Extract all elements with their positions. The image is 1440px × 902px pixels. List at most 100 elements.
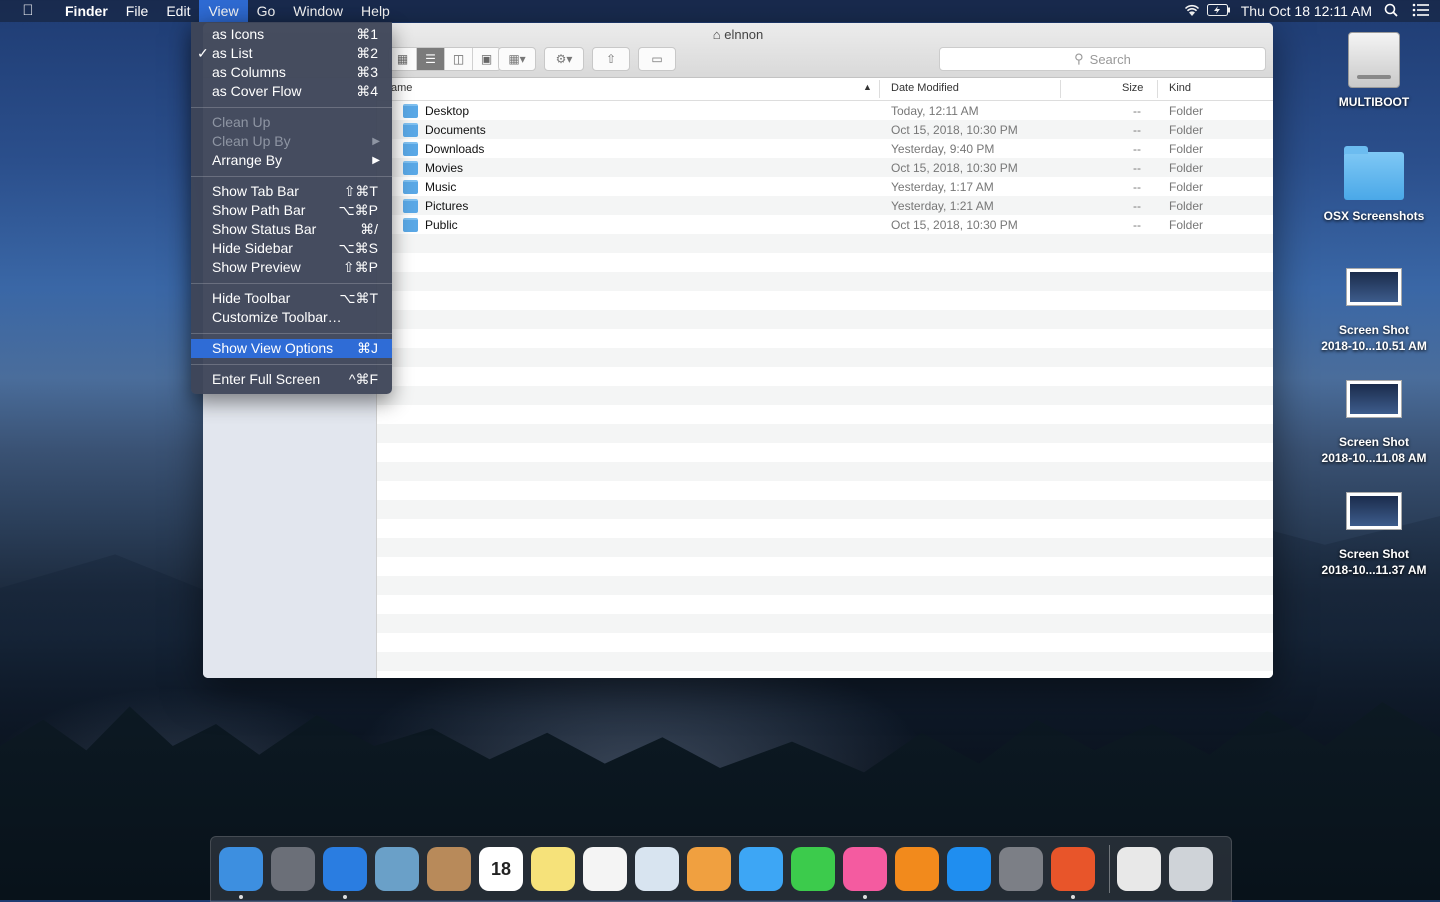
column-size[interactable]: Size	[1122, 82, 1143, 94]
table-row[interactable]: Music Yesterday, 1:17 AM -- Folder	[377, 177, 1273, 196]
menu-item-shortcut: ⌥⌘S	[338, 240, 378, 256]
icon-view-icon[interactable]: ▦	[389, 48, 417, 70]
menu-item-shortcut: ⌘1	[356, 26, 378, 42]
file-size: --	[1133, 161, 1141, 175]
table-row[interactable]: Desktop Today, 12:11 AM -- Folder	[377, 101, 1273, 120]
menu-help[interactable]: Help	[352, 0, 399, 22]
menu-item-show-preview[interactable]: Show Preview ⇧⌘P	[191, 258, 392, 277]
menu-item-as-icons[interactable]: as Icons ⌘1	[191, 25, 392, 44]
column-divider	[879, 80, 880, 98]
desktop-icon-screenshot-1[interactable]: Screen Shot 2018-10...10.51 AM	[1314, 268, 1434, 354]
menu-item-show-tab-bar[interactable]: Show Tab Bar ⇧⌘T	[191, 182, 392, 201]
tags-button[interactable]: ▭	[638, 47, 676, 71]
menu-go[interactable]: Go	[248, 0, 285, 22]
column-divider	[1060, 80, 1061, 98]
desktop-icon-screenshot-2[interactable]: Screen Shot 2018-10...11.08 AM	[1314, 380, 1434, 466]
clock[interactable]: Thu Oct 18 12:11 AM	[1241, 3, 1372, 19]
view-mode-segment[interactable]: ▦ ☰ ◫ ▣	[388, 47, 501, 71]
file-size: --	[1133, 218, 1141, 232]
spotlight-icon[interactable]	[1384, 3, 1398, 20]
folder-icon	[403, 180, 418, 194]
contacts-icon[interactable]	[427, 847, 471, 891]
menu-item-show-status-bar[interactable]: Show Status Bar ⌘/	[191, 220, 392, 239]
menu-file[interactable]: File	[117, 0, 158, 22]
column-date-modified[interactable]: Date Modified	[891, 82, 959, 94]
cover-flow-icon[interactable]: ▣	[473, 48, 500, 70]
finder-icon[interactable]	[219, 847, 263, 891]
column-divider	[1157, 80, 1158, 98]
file-kind: Folder	[1169, 199, 1204, 213]
messages-icon[interactable]	[739, 847, 783, 891]
menu-item-shortcut: ⇧⌘P	[342, 259, 378, 275]
action-button[interactable]: ⚙▾	[544, 47, 584, 71]
menu-window[interactable]: Window	[284, 0, 352, 22]
share-button[interactable]: ⇧	[592, 47, 630, 71]
column-name[interactable]: ame	[391, 82, 412, 94]
table-row[interactable]: Movies Oct 15, 2018, 10:30 PM -- Folder	[377, 158, 1273, 177]
sort-ascending-icon[interactable]: ▲	[863, 82, 872, 92]
menu-item-hide-sidebar[interactable]: Hide Sidebar ⌥⌘S	[191, 239, 392, 258]
search-icon: ⚲	[1074, 51, 1084, 66]
photos-icon[interactable]	[687, 847, 731, 891]
home-icon: ⌂	[712, 27, 721, 42]
desktop-icon-osx-screenshots[interactable]: OSX Screenshots	[1314, 146, 1434, 224]
column-kind[interactable]: Kind	[1169, 82, 1191, 94]
desktop-icon-label: MULTIBOOT	[1338, 95, 1410, 109]
ibooks-icon[interactable]	[895, 847, 939, 891]
menu-item-customize-toolbar[interactable]: Customize Toolbar…	[191, 308, 392, 327]
menu-item-label: as Cover Flow	[212, 83, 302, 99]
folder-icon	[403, 161, 418, 175]
external-disk-icon	[1348, 32, 1400, 88]
submenu-arrow-icon: ▶	[372, 155, 380, 166]
firefox-icon[interactable]	[1051, 847, 1095, 891]
menu-item-hide-toolbar[interactable]: Hide Toolbar ⌥⌘T	[191, 289, 392, 308]
table-row[interactable]: Downloads Yesterday, 9:40 PM -- Folder	[377, 139, 1273, 158]
system-preferences-icon[interactable]	[999, 847, 1043, 891]
facetime-icon[interactable]	[791, 847, 835, 891]
apple-icon[interactable]: 	[0, 0, 56, 22]
app-store-icon[interactable]	[947, 847, 991, 891]
menu-item-arrange-by[interactable]: Arrange By ▶	[191, 151, 392, 170]
safari-icon[interactable]	[323, 847, 367, 891]
table-row[interactable]: Documents Oct 15, 2018, 10:30 PM -- Folder	[377, 120, 1273, 139]
search-field[interactable]: ⚲ Search	[939, 47, 1266, 71]
gear-icon: ⚙▾	[555, 52, 573, 66]
menu-item-as-columns[interactable]: as Columns ⌘3	[191, 63, 392, 82]
file-list[interactable]: ame ▲ Date Modified Size Kind Desktop Tod…	[377, 78, 1273, 678]
desktop-icon-multiboot[interactable]: MULTIBOOT	[1314, 32, 1434, 110]
menu-app-name[interactable]: Finder	[56, 0, 117, 22]
menu-view[interactable]: View	[199, 0, 248, 22]
launchpad-icon[interactable]	[271, 847, 315, 891]
menu-item-show-path-bar[interactable]: Show Path Bar ⌥⌘P	[191, 201, 392, 220]
column-view-icon[interactable]: ◫	[445, 48, 473, 70]
reminders-icon[interactable]	[583, 847, 627, 891]
calendar-icon[interactable]: 18	[479, 847, 523, 891]
desktop-icon-screenshot-3[interactable]: Screen Shot 2018-10...11.37 AM	[1314, 492, 1434, 578]
running-indicator	[343, 895, 347, 899]
menu-separator	[191, 107, 392, 108]
menu-item-clean-up-by: Clean Up By ▶	[191, 132, 392, 151]
mail-icon[interactable]	[375, 847, 419, 891]
file-date: Yesterday, 1:17 AM	[891, 180, 994, 194]
trash-icon[interactable]	[1169, 847, 1213, 891]
preview-icon[interactable]	[635, 847, 679, 891]
table-row[interactable]: Public Oct 15, 2018, 10:30 PM -- Folder	[377, 215, 1273, 234]
list-view-icon[interactable]: ☰	[417, 48, 445, 70]
battery-icon[interactable]	[1206, 3, 1231, 19]
wifi-icon[interactable]	[1183, 3, 1201, 20]
file-name: Pictures	[425, 199, 469, 213]
file-name: Public	[425, 218, 458, 232]
table-row[interactable]: Pictures Yesterday, 1:21 AM -- Folder	[377, 196, 1273, 215]
menu-item-as-list[interactable]: ✓ as List ⌘2	[191, 44, 392, 63]
running-indicator	[1071, 895, 1075, 899]
menu-item-enter-full-screen[interactable]: Enter Full Screen ^⌘F	[191, 370, 392, 389]
desktop-icon-label: OSX Screenshots	[1323, 209, 1425, 223]
menu-item-show-view-options[interactable]: Show View Options ⌘J	[191, 339, 392, 358]
documents-stack-icon[interactable]	[1117, 847, 1161, 891]
notes-icon[interactable]	[531, 847, 575, 891]
group-button[interactable]: ▦▾	[498, 47, 536, 71]
notification-center-icon[interactable]	[1412, 3, 1430, 20]
menu-item-as-cover-flow[interactable]: as Cover Flow ⌘4	[191, 82, 392, 101]
menu-edit[interactable]: Edit	[157, 0, 199, 22]
itunes-icon[interactable]	[843, 847, 887, 891]
